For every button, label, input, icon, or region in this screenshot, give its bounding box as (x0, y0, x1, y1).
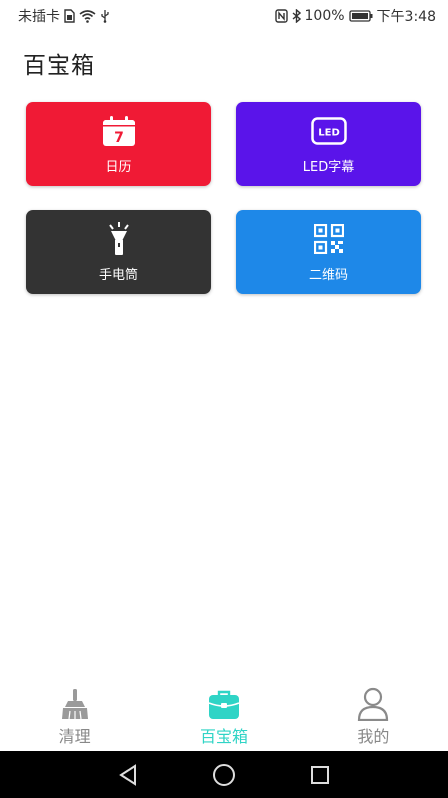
carrier-text: 未插卡 (18, 9, 60, 25)
calendar-icon: 7 (101, 113, 137, 149)
led-icon: LED (310, 113, 347, 149)
flashlight-tile[interactable]: 手电筒 (26, 210, 211, 294)
led-tile-label: LED字幕 (302, 160, 355, 175)
led-subtitle-tile[interactable]: LED LED字幕 (236, 102, 421, 186)
bluetooth-icon (292, 9, 301, 23)
wifi-icon (79, 9, 96, 23)
toolbox-icon (207, 687, 241, 721)
user-icon (356, 687, 390, 721)
flashlight-tile-label: 手电筒 (98, 268, 138, 283)
qr-code-icon (311, 221, 347, 257)
qr-code-tile[interactable]: 二维码 (236, 210, 421, 294)
calendar-icon-number: 7 (114, 130, 124, 146)
led-icon-text: LED (318, 128, 340, 139)
system-nav-bar (0, 751, 448, 798)
nav-item-toolbox[interactable]: 百宝箱 (149, 683, 298, 751)
recents-icon[interactable] (305, 760, 335, 790)
nav-label-clean: 清理 (58, 727, 91, 746)
usb-icon (100, 9, 110, 23)
broom-icon (58, 687, 92, 721)
status-right: 100% 下午3:48 (274, 6, 436, 26)
page-title: 百宝箱 (23, 53, 95, 79)
home-icon[interactable] (209, 760, 239, 790)
bottom-nav: 清理 百宝箱 我的 (0, 683, 448, 751)
status-left: 未插卡 (18, 6, 110, 26)
sim-icon (64, 9, 75, 23)
status-bar: 未插卡 100% 下午3:48 (0, 0, 448, 32)
nav-item-mine[interactable]: 我的 (299, 683, 448, 751)
nfc-icon (274, 9, 288, 23)
back-icon[interactable] (113, 760, 143, 790)
calendar-tile-label: 日历 (105, 160, 132, 175)
nav-item-clean[interactable]: 清理 (0, 683, 149, 751)
nav-label-toolbox: 百宝箱 (199, 727, 248, 746)
battery-text: 100% (304, 8, 345, 24)
clock-text: 下午3:48 (376, 9, 436, 25)
qr-code-tile-label: 二维码 (308, 268, 348, 283)
flashlight-icon (101, 221, 137, 257)
calendar-tile[interactable]: 7 日历 (26, 102, 211, 186)
battery-icon (348, 10, 373, 22)
nav-label-mine: 我的 (357, 727, 390, 746)
